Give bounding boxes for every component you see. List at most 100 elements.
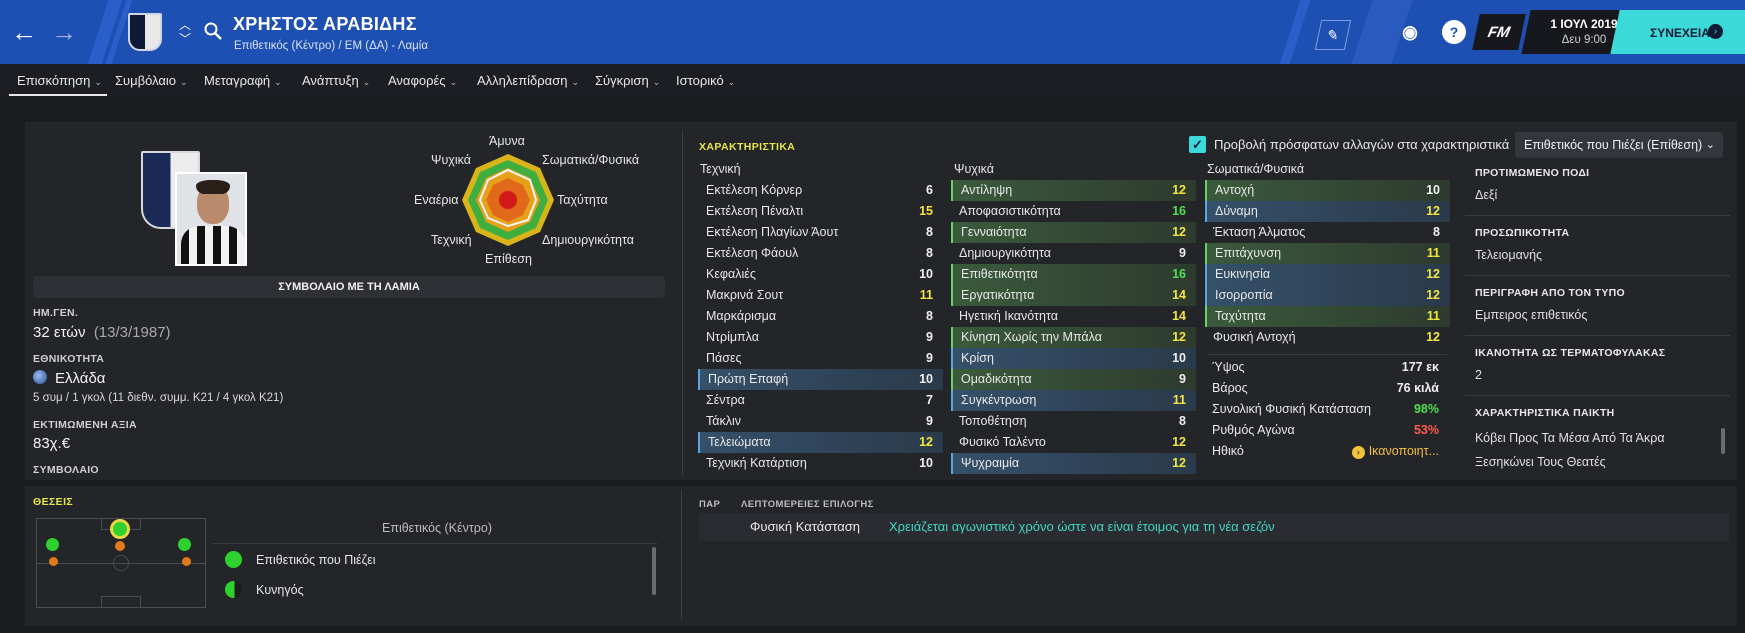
stat-label: Ρυθμός Αγώνα bbox=[1212, 423, 1295, 437]
age-value: 32 ετών (13/3/1987) bbox=[33, 324, 171, 341]
world-icon[interactable]: ◉ bbox=[1398, 20, 1422, 44]
continue-label[interactable]: ΣΥΝΕΧΕΙΑ bbox=[1650, 26, 1710, 40]
attribute-row[interactable]: Συγκέντρωση 11 bbox=[951, 390, 1196, 411]
attribute-value: 9 bbox=[926, 351, 933, 365]
attribute-row[interactable]: Πάσες 9 bbox=[698, 348, 943, 369]
fm-logo[interactable]: FM bbox=[1472, 14, 1526, 50]
roles-scrollbar[interactable] bbox=[652, 547, 656, 595]
attribute-row[interactable]: Ηγετική Ικανότητα 14 bbox=[951, 306, 1196, 327]
attribute-name: Αντίληψη bbox=[961, 183, 1013, 197]
attribute-name: Πρώτη Επαφή bbox=[708, 372, 789, 386]
attribute-row[interactable]: Ομαδικότητα 9 bbox=[951, 369, 1196, 390]
position-dot-mr[interactable] bbox=[182, 557, 191, 566]
attribute-value: 12 bbox=[1172, 435, 1186, 449]
attribute-row[interactable]: Ισορροπία 12 bbox=[1205, 285, 1450, 306]
tab-interaction[interactable]: Αλληλεπίδραση ⌄ bbox=[477, 73, 579, 88]
attribute-value: 16 bbox=[1172, 267, 1186, 281]
role-dropdown[interactable]: Επιθετικός που Πιέζει (Επίθεση) ⌄ bbox=[1515, 132, 1723, 158]
attribute-value: 11 bbox=[1426, 246, 1440, 260]
stat-value: › Ικανοποιητ... bbox=[1351, 441, 1439, 462]
position-dot-amc[interactable] bbox=[115, 541, 125, 551]
nationality-label: ΕΘΝΙΚΟΤΗΤΑ bbox=[33, 353, 105, 365]
attribute-row[interactable]: Κρίση 10 bbox=[951, 348, 1196, 369]
attribute-row[interactable]: Αντοχή 10 bbox=[1205, 180, 1450, 201]
position-dot-aml[interactable] bbox=[46, 538, 59, 551]
attribute-row[interactable]: Φυσική Αντοχή 12 bbox=[1205, 327, 1450, 348]
attribute-row[interactable]: Ευκινησία 12 bbox=[1205, 264, 1450, 285]
role-label: Κυνηγός bbox=[256, 583, 304, 597]
attribute-row[interactable]: Μακρινά Σουτ 11 bbox=[698, 285, 943, 306]
attribute-value: 8 bbox=[926, 225, 933, 239]
stat-morale[interactable]: Ηθικό › Ικανοποιητ... bbox=[1207, 441, 1447, 462]
attribute-row[interactable]: Αποφασιστικότητα 16 bbox=[951, 201, 1196, 222]
attribute-name: Σέντρα bbox=[706, 393, 745, 407]
club-badge-icon[interactable] bbox=[128, 13, 162, 51]
attribute-value: 8 bbox=[926, 246, 933, 260]
role-item[interactable]: Επιθετικός που Πιέζει bbox=[225, 551, 375, 568]
attribute-row[interactable]: Τεχνική Κατάρτιση 10 bbox=[698, 453, 943, 474]
attribute-name: Γενναιότητα bbox=[961, 225, 1027, 239]
attribute-row[interactable]: Τελειώματα 12 bbox=[698, 432, 943, 453]
attribute-row[interactable]: Φυσικό Ταλέντο 12 bbox=[951, 432, 1196, 453]
attribute-row[interactable]: Τοποθέτηση 8 bbox=[951, 411, 1196, 432]
attribute-row[interactable]: Τάκλιν 9 bbox=[698, 411, 943, 432]
role-rating-icon bbox=[225, 581, 242, 598]
tab-contract[interactable]: Συμβόλαιο ⌄ bbox=[115, 73, 188, 88]
position-dot-st[interactable] bbox=[110, 519, 130, 539]
media-title: ΠΕΡΙΓΡΑΦΗ ΑΠΟ ΤΟΝ ΤΥΠΟ bbox=[1475, 287, 1625, 299]
attribute-value: 11 bbox=[1172, 393, 1186, 407]
contract-bar[interactable]: ΣΥΜΒΟΛΑΙΟ ΜΕ ΤΗ ΛΑΜΙΑ bbox=[33, 276, 665, 298]
attribute-name: Κεφαλιές bbox=[706, 267, 756, 281]
forward-arrow-icon[interactable]: → bbox=[46, 14, 82, 50]
attribute-row[interactable]: Ψυχραιμία 12 bbox=[951, 453, 1196, 474]
radar-label-attack: Επίθεση bbox=[485, 252, 532, 266]
attribute-name: Δημιουργικότητα bbox=[959, 246, 1051, 260]
attribute-row[interactable]: Πρώτη Επαφή 10 bbox=[698, 369, 943, 390]
attribute-row[interactable]: Εκτέλεση Κόρνερ 6 bbox=[698, 180, 943, 201]
nationality-value[interactable]: Ελλάδα bbox=[33, 370, 105, 387]
attribute-row[interactable]: Γενναιότητα 12 bbox=[951, 222, 1196, 243]
attribute-row[interactable]: Μαρκάρισμα 8 bbox=[698, 306, 943, 327]
attribute-value: 10 bbox=[1172, 351, 1186, 365]
tab-overview[interactable]: Επισκόπηση ⌄ bbox=[17, 73, 102, 88]
attribute-value: 10 bbox=[919, 456, 933, 470]
position-dot-amr[interactable] bbox=[178, 538, 191, 551]
tab-history[interactable]: Ιστορικό ⌄ bbox=[676, 73, 735, 88]
attribute-name: Τάκλιν bbox=[706, 414, 742, 428]
role-item[interactable]: Κυνηγός bbox=[225, 581, 304, 598]
continue-arrow-icon[interactable]: › bbox=[1708, 24, 1723, 39]
attribute-row[interactable]: Σέντρα 7 bbox=[698, 390, 943, 411]
tab-comparison[interactable]: Σύγκριση ⌄ bbox=[595, 73, 660, 88]
attribute-row[interactable]: Επιθετικότητα 16 bbox=[951, 264, 1196, 285]
back-arrow-icon[interactable]: ← bbox=[6, 14, 42, 50]
position-dot-ml[interactable] bbox=[49, 557, 58, 566]
attribute-row[interactable]: Κίνηση Χωρίς την Μπάλα 12 bbox=[951, 327, 1196, 348]
attribute-row[interactable]: Εκτέλεση Πέναλτι 15 bbox=[698, 201, 943, 222]
attribute-row[interactable]: Εργατικότητα 14 bbox=[951, 285, 1196, 306]
attribute-row[interactable]: Εκτέλεση Πλαγίων Άουτ 8 bbox=[698, 222, 943, 243]
attribute-value: 14 bbox=[1172, 288, 1186, 302]
attribute-row[interactable]: Αντίληψη 12 bbox=[951, 180, 1196, 201]
attribute-row[interactable]: Ντρίμπλα 9 bbox=[698, 327, 943, 348]
attribute-row[interactable]: Ταχύτητα 11 bbox=[1205, 306, 1450, 327]
attribute-row[interactable]: Δύναμη 12 bbox=[1205, 201, 1450, 222]
attribute-row[interactable]: Έκταση Άλματος 8 bbox=[1205, 222, 1450, 243]
attribute-row[interactable]: Δημιουργικότητα 9 bbox=[951, 243, 1196, 264]
attribute-name: Συγκέντρωση bbox=[961, 393, 1037, 407]
tab-development[interactable]: Ανάπτυξη ⌄ bbox=[302, 73, 370, 88]
attribute-value: 9 bbox=[926, 330, 933, 344]
tab-transfer[interactable]: Μεταγραφή ⌄ bbox=[204, 73, 282, 88]
edit-icon[interactable]: ✎ bbox=[1314, 20, 1352, 50]
attribute-row[interactable]: Εκτέλεση Φάουλ 8 bbox=[698, 243, 943, 264]
help-icon[interactable]: ? bbox=[1442, 20, 1466, 44]
updown-chevron-icon[interactable]: ︿ ﹀ bbox=[178, 18, 192, 46]
search-icon[interactable] bbox=[203, 21, 223, 41]
show-changes-label[interactable]: Προβολή πρόσφατων αλλαγών στα χαρακτηρισ… bbox=[1214, 137, 1509, 152]
tab-reports[interactable]: Αναφορές ⌄ bbox=[388, 73, 457, 88]
attribute-row[interactable]: Κεφαλιές 10 bbox=[698, 264, 943, 285]
show-changes-checkbox[interactable]: ✓ bbox=[1189, 136, 1206, 153]
attribute-row[interactable]: Επιτάχυνση 11 bbox=[1205, 243, 1450, 264]
attribute-name: Εκτέλεση Πλαγίων Άουτ bbox=[706, 225, 839, 239]
attribute-value: 8 bbox=[926, 309, 933, 323]
traits-scrollbar[interactable] bbox=[1721, 428, 1725, 454]
